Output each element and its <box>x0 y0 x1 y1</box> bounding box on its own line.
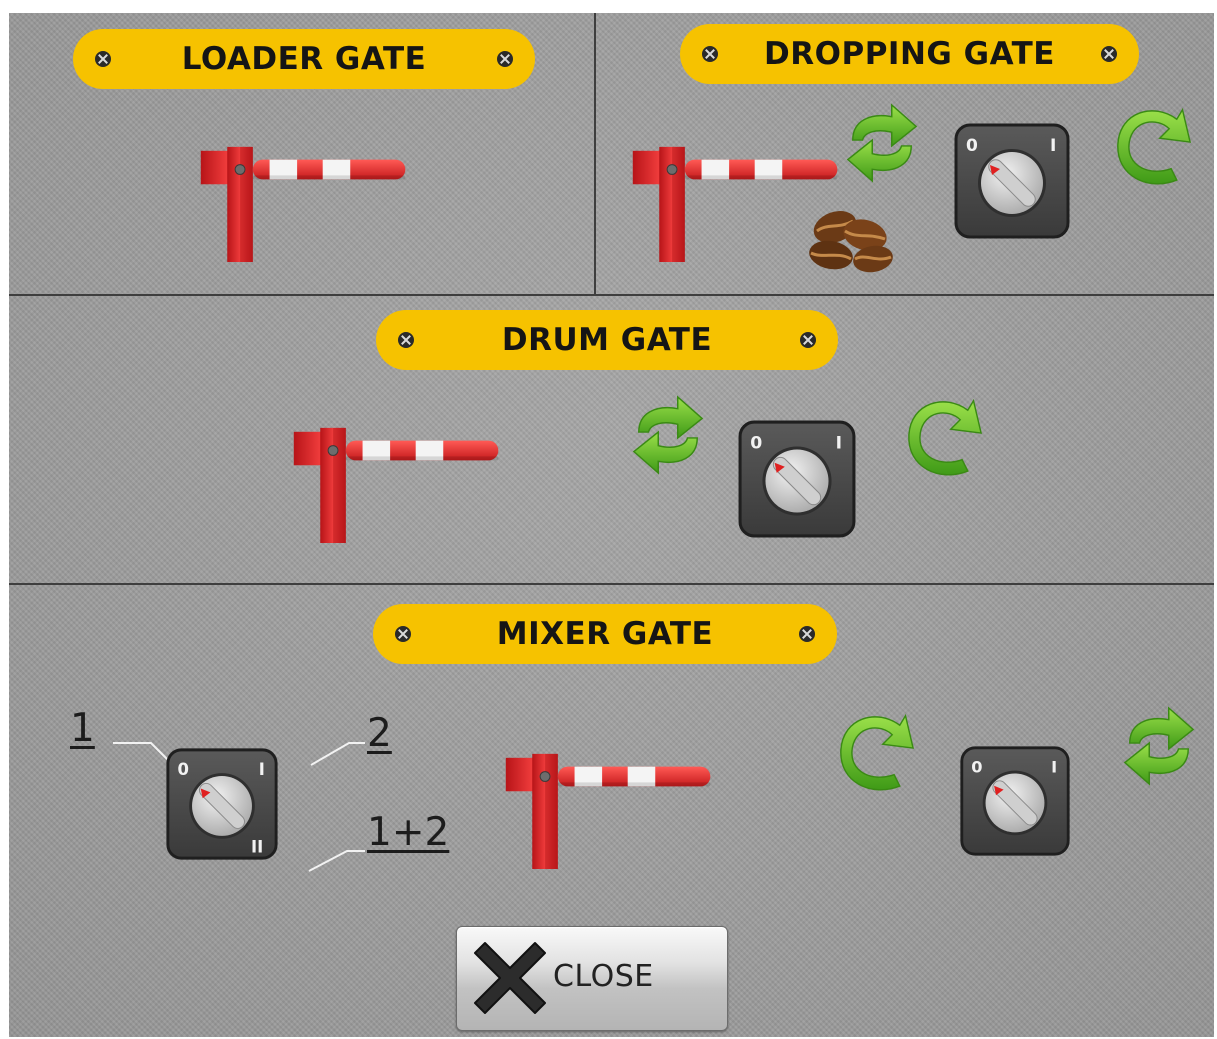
dropping-selector-switch[interactable]: 0 I <box>952 121 1072 241</box>
loader-gate-title: LOADER GATE <box>73 29 535 89</box>
selector-second-mark: II <box>251 837 263 856</box>
loader-gate-barrier-icon[interactable] <box>200 139 408 262</box>
selector-on-mark: I <box>259 760 265 779</box>
close-button[interactable]: CLOSE <box>456 926 728 1031</box>
vertical-divider-top <box>594 13 596 294</box>
drum-cycle-arrows-icon[interactable] <box>629 390 707 480</box>
dropping-cycle-arrows-icon[interactable] <box>843 98 921 188</box>
horizontal-divider-top <box>9 294 1214 296</box>
selector-off-mark: 0 <box>966 136 978 156</box>
horizontal-divider-middle <box>9 583 1214 585</box>
loader-gate-title-text: LOADER GATE <box>181 41 427 77</box>
drum-selector-switch[interactable]: 0 I <box>736 418 856 538</box>
dropping-gate-title-text: DROPPING GATE <box>764 36 1055 72</box>
close-x-icon <box>474 942 546 1014</box>
selector-position-2-label: 2 <box>367 711 392 756</box>
mixer-gate-title-text: MIXER GATE <box>496 616 714 652</box>
screw-icon <box>95 51 111 67</box>
screw-icon <box>799 626 815 642</box>
drum-gate-title-text: DRUM GATE <box>501 322 713 358</box>
mixer-rotate-arrow-icon[interactable] <box>839 705 915 793</box>
mixer-selector-switch[interactable]: 0 I <box>958 744 1072 858</box>
drum-rotate-arrow-icon[interactable] <box>907 390 983 478</box>
dropping-gate-title: DROPPING GATE <box>680 24 1139 84</box>
screw-icon <box>497 51 513 67</box>
selector-on-mark: I <box>836 434 842 454</box>
selector-off-mark: 0 <box>178 760 189 779</box>
screw-icon <box>702 46 718 62</box>
gates-panel: LOADER GATE DROPPING GATE 0 I DRUM GATE … <box>9 13 1214 1037</box>
screw-icon <box>800 332 816 348</box>
screw-icon <box>398 332 414 348</box>
selector-position-1-label: 1 <box>70 706 95 751</box>
selector-position-1-2-label: 1+2 <box>367 810 450 855</box>
mixer-gate-title: MIXER GATE <box>373 604 837 664</box>
drum-gate-barrier-icon[interactable] <box>293 420 501 543</box>
mixer-cycle-arrows-icon[interactable] <box>1120 701 1198 791</box>
coffee-beans-icon <box>799 201 899 273</box>
close-button-label: CLOSE <box>553 959 654 994</box>
selector-off-mark: 0 <box>750 434 762 454</box>
drum-gate-title: DRUM GATE <box>376 310 838 370</box>
dropping-rotate-arrow-icon[interactable] <box>1116 99 1192 187</box>
mixer-three-position-selector-switch[interactable]: 0 I II <box>164 746 280 862</box>
screw-icon <box>1101 46 1117 62</box>
selector-on-mark: I <box>1051 758 1057 777</box>
screw-icon <box>395 626 411 642</box>
mixer-gate-barrier-icon[interactable] <box>505 746 713 869</box>
selector-on-mark: I <box>1050 136 1056 156</box>
selector-off-mark: 0 <box>971 758 982 777</box>
